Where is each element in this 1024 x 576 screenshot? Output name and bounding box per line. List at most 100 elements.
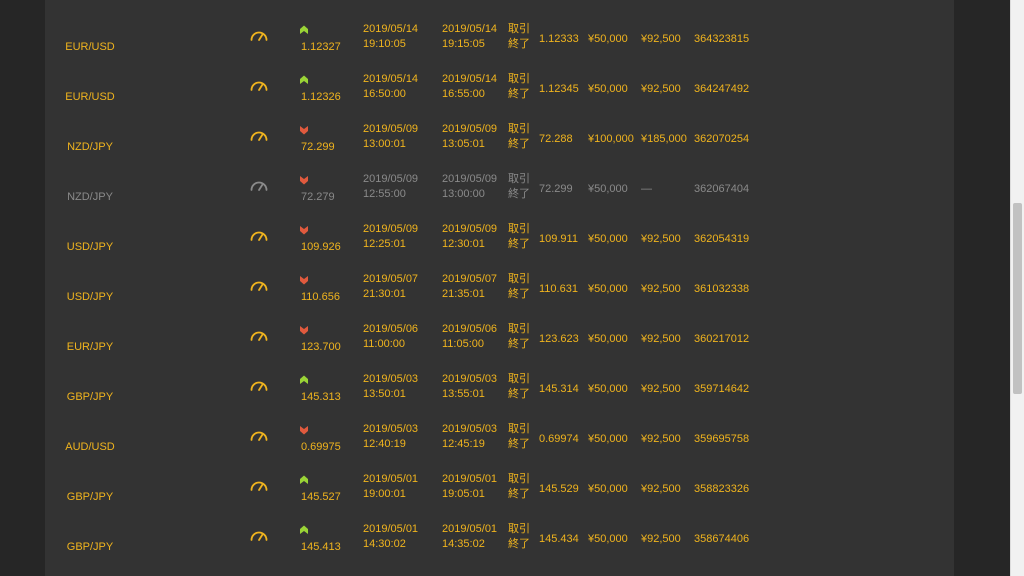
close-rate: 145.529 xyxy=(539,483,579,495)
payout-amount: ¥185,000 xyxy=(641,133,687,145)
exit-date: 2019/05/06 xyxy=(442,323,498,335)
trade-row[interactable]: EUR/JPY 123.700 2019/05/06 11:00:00 2019… xyxy=(45,320,954,370)
entry-time: 19:00:01 xyxy=(363,488,406,500)
status-line-1: 取引 xyxy=(508,273,530,285)
status-line-2: 終了 xyxy=(508,88,530,100)
entry-datetime: 2019/05/09 13:00:01 xyxy=(363,122,425,152)
currency-pair: EUR/JPY xyxy=(66,341,114,353)
entry-rate: 145.313 xyxy=(301,391,341,403)
payout-amount: — xyxy=(641,183,652,195)
currency-pair: GBP/JPY xyxy=(66,391,114,403)
status-line-2: 終了 xyxy=(508,538,530,550)
trade-status: 取引 終了 xyxy=(508,422,532,452)
close-rate: 1.12333 xyxy=(539,33,579,45)
purchase-amount: ¥100,000 xyxy=(588,133,634,145)
exit-date: 2019/05/01 xyxy=(442,523,498,535)
currency-pair: GBP/JPY xyxy=(66,541,114,553)
exit-time: 16:55:00 xyxy=(442,88,485,100)
purchase-amount: ¥50,000 xyxy=(588,533,628,545)
arrow-up-icon xyxy=(300,25,308,34)
entry-time: 14:30:02 xyxy=(363,538,406,550)
entry-datetime: 2019/05/14 19:10:05 xyxy=(363,22,425,52)
entry-datetime: 2019/05/14 16:50:00 xyxy=(363,72,425,102)
status-line-2: 終了 xyxy=(508,238,530,250)
purchase-amount: ¥50,000 xyxy=(588,433,628,445)
entry-datetime: 2019/05/03 13:50:01 xyxy=(363,372,425,402)
arrow-up-icon xyxy=(300,375,308,384)
entry-date: 2019/05/03 xyxy=(363,373,419,385)
status-line-1: 取引 xyxy=(508,173,530,185)
trade-row[interactable]: NZD/JPY 72.279 2019/05/09 12:55:00 2019/… xyxy=(45,170,954,220)
status-line-2: 終了 xyxy=(508,388,530,400)
entry-rate: 1.12327 xyxy=(301,41,341,53)
purchase-amount: ¥50,000 xyxy=(588,383,628,395)
trade-row[interactable]: GBP/JPY 145.527 2019/05/01 19:00:01 2019… xyxy=(45,470,954,520)
entry-rate: 72.299 xyxy=(301,141,335,153)
arrow-up-icon xyxy=(300,475,308,484)
exit-time: 21:35:01 xyxy=(442,288,485,300)
status-line-1: 取引 xyxy=(508,523,530,535)
payout-amount: ¥92,500 xyxy=(641,33,681,45)
entry-rate: 0.69975 xyxy=(301,441,341,453)
trade-row[interactable]: AUD/USD 0.69975 2019/05/03 12:40:19 2019… xyxy=(45,420,954,470)
trade-status: 取引 終了 xyxy=(508,272,532,302)
status-line-1: 取引 xyxy=(508,473,530,485)
trade-row[interactable]: EUR/USD 1.12327 2019/05/14 19:10:05 2019… xyxy=(45,20,954,70)
currency-pair: NZD/JPY xyxy=(67,141,113,153)
currency-pair: USD/JPY xyxy=(66,291,114,303)
close-rate: 145.314 xyxy=(539,383,579,395)
entry-time: 13:50:01 xyxy=(363,388,406,400)
exit-date: 2019/05/03 xyxy=(442,423,498,435)
trade-status: 取引 終了 xyxy=(508,472,532,502)
ticket-number: 358823326 xyxy=(694,483,750,495)
exit-date: 2019/05/14 xyxy=(442,23,498,35)
exit-date: 2019/05/01 xyxy=(442,473,498,485)
exit-datetime: 2019/05/09 13:05:01 xyxy=(442,122,504,152)
trade-status: 取引 終了 xyxy=(508,122,532,152)
close-rate: 0.69974 xyxy=(539,433,579,445)
entry-datetime: 2019/05/01 14:30:02 xyxy=(363,522,425,552)
payout-amount: ¥92,500 xyxy=(641,433,681,445)
ticket-number: 359695758 xyxy=(694,433,750,445)
entry-date: 2019/05/14 xyxy=(363,73,419,85)
trade-row[interactable]: USD/JPY 110.656 2019/05/07 21:30:01 2019… xyxy=(45,270,954,320)
payout-amount: ¥92,500 xyxy=(641,233,681,245)
trade-row[interactable]: GBP/JPY 145.313 2019/05/03 13:50:01 2019… xyxy=(45,370,954,420)
status-line-1: 取引 xyxy=(508,423,530,435)
entry-date: 2019/05/07 xyxy=(363,273,419,285)
vertical-scrollbar[interactable] xyxy=(1010,0,1024,576)
entry-date: 2019/05/01 xyxy=(363,523,419,535)
payout-amount: ¥92,500 xyxy=(641,483,681,495)
exit-datetime: 2019/05/01 14:35:02 xyxy=(442,522,504,552)
entry-time: 19:10:05 xyxy=(363,38,406,50)
entry-time: 12:55:00 xyxy=(363,188,406,200)
trade-row[interactable]: GBP/JPY 145.413 2019/05/01 14:30:02 2019… xyxy=(45,520,954,570)
exit-time: 14:35:02 xyxy=(442,538,485,550)
exit-date: 2019/05/09 xyxy=(442,223,498,235)
scrollbar-thumb[interactable] xyxy=(1013,203,1022,394)
gauge-icon xyxy=(250,281,268,291)
exit-datetime: 2019/05/14 19:15:05 xyxy=(442,22,504,52)
exit-datetime: 2019/05/06 11:05:00 xyxy=(442,322,504,352)
close-rate: 1.12345 xyxy=(539,83,579,95)
entry-rate: 123.700 xyxy=(301,341,341,353)
currency-pair: GBP/JPY xyxy=(66,491,114,503)
trade-status: 取引 終了 xyxy=(508,372,532,402)
trade-row[interactable]: USD/JPY 109.926 2019/05/09 12:25:01 2019… xyxy=(45,220,954,270)
status-line-1: 取引 xyxy=(508,373,530,385)
status-line-2: 終了 xyxy=(508,38,530,50)
close-rate: 145.434 xyxy=(539,533,579,545)
payout-amount: ¥92,500 xyxy=(641,333,681,345)
ticket-number: 361032338 xyxy=(694,283,750,295)
trade-row[interactable]: NZD/JPY 72.299 2019/05/09 13:00:01 2019/… xyxy=(45,120,954,170)
exit-time: 13:00:00 xyxy=(442,188,485,200)
gauge-icon xyxy=(250,31,268,41)
gauge-icon xyxy=(250,481,268,491)
payout-amount: ¥92,500 xyxy=(641,383,681,395)
entry-datetime: 2019/05/09 12:55:00 xyxy=(363,172,425,202)
payout-amount: ¥92,500 xyxy=(641,83,681,95)
trade-row[interactable]: EUR/USD 1.12326 2019/05/14 16:50:00 2019… xyxy=(45,70,954,120)
exit-datetime: 2019/05/01 19:05:01 xyxy=(442,472,504,502)
purchase-amount: ¥50,000 xyxy=(588,483,628,495)
exit-date: 2019/05/07 xyxy=(442,273,498,285)
